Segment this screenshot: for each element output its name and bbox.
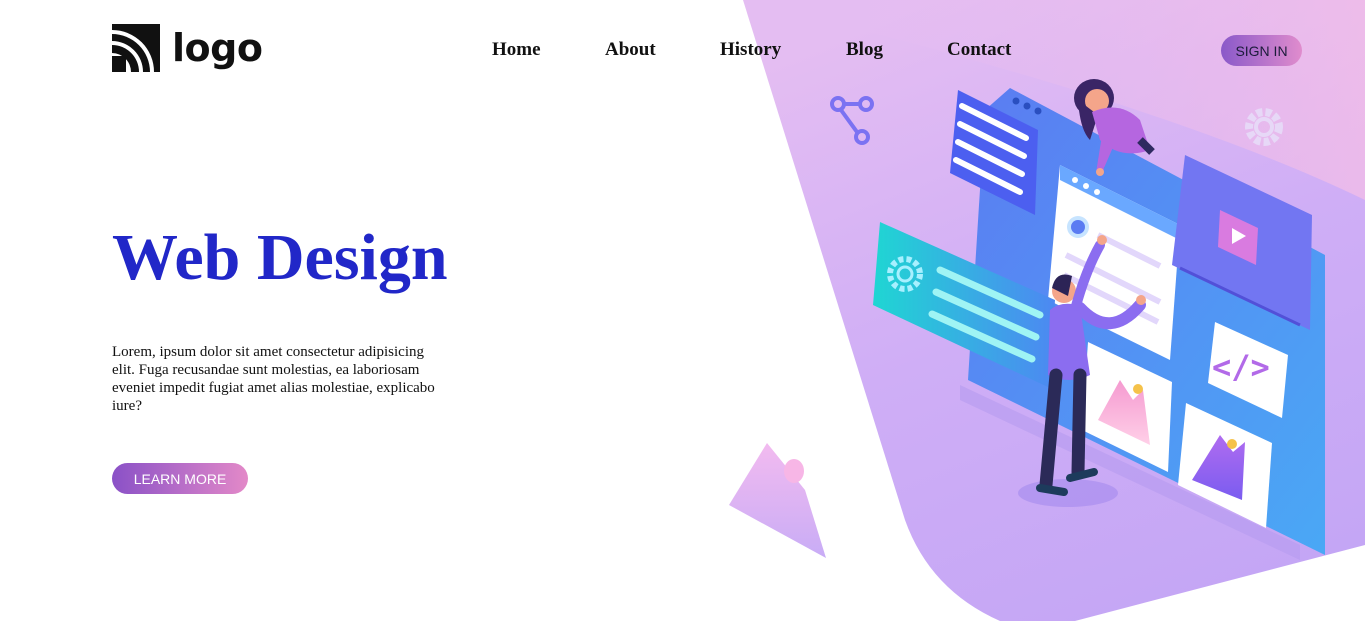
nav-history[interactable]: History: [720, 38, 781, 62]
hero-description: Lorem, ipsum dolor sit amet consectetur …: [112, 344, 435, 414]
hero-title: Web Design: [112, 221, 448, 294]
nav-contact[interactable]: Contact: [947, 38, 1011, 62]
triangle-decoration: [729, 443, 826, 558]
gear-icon: [1245, 108, 1283, 146]
sign-in-button[interactable]: SIGN IN: [1221, 35, 1302, 66]
nav-home[interactable]: Home: [492, 38, 541, 62]
nav-blog[interactable]: Blog: [846, 38, 883, 62]
svg-text:</>: </>: [1212, 348, 1270, 386]
share-icon: [830, 96, 874, 145]
nav-about[interactable]: About: [605, 38, 656, 62]
learn-more-button[interactable]: LEARN MORE: [112, 463, 248, 494]
web-design-illustration: </>: [729, 79, 1325, 560]
main-nav: Home About History Blog Contact: [0, 38, 1365, 62]
